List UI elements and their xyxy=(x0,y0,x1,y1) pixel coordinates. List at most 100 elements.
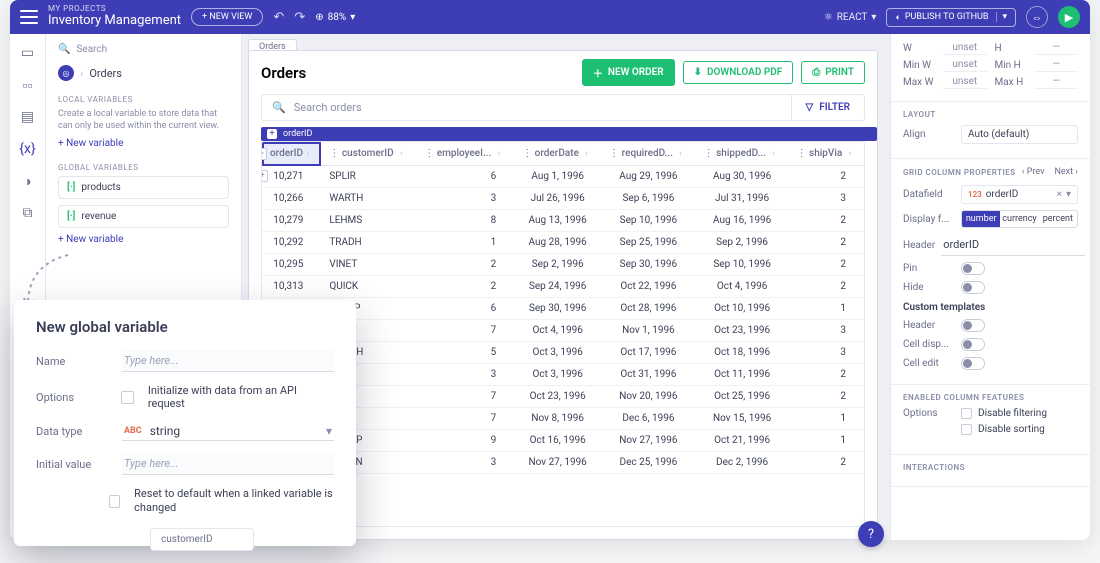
w-value[interactable]: unset xyxy=(943,42,987,55)
play-button[interactable]: ▶ xyxy=(1058,6,1080,28)
celldisp-toggle[interactable] xyxy=(961,338,985,351)
col-shipVia[interactable]: ⋮ shipVia ↑ xyxy=(789,142,864,166)
minh-value[interactable]: — xyxy=(1035,59,1079,72)
local-vars-label: LOCAL VARIABLES xyxy=(58,95,229,104)
global-var-chip[interactable]: [·]products xyxy=(58,176,229,199)
options-label: Options xyxy=(36,391,107,404)
col-orderDate[interactable]: ⋮ orderDate ↑ xyxy=(514,142,601,166)
new-global-variable-link[interactable]: + New variable xyxy=(58,234,123,245)
datafield-input[interactable]: 123orderID×▾ xyxy=(961,185,1078,204)
enabled-col-features-title: ENABLED COLUMN FEATURES xyxy=(903,393,1078,402)
hide-toggle[interactable] xyxy=(961,281,985,294)
header-tmpl-toggle[interactable] xyxy=(961,319,985,332)
grid-col-props-title: GRID COLUMN PROPERTIES xyxy=(903,168,1016,177)
datatype-label: Data type xyxy=(36,425,108,438)
new-view-button[interactable]: + NEW VIEW xyxy=(191,8,263,26)
col-orderID[interactable]: +orderID↑ xyxy=(262,142,321,166)
project-title: Inventory Management xyxy=(48,14,181,28)
celledit-toggle[interactable] xyxy=(961,357,985,370)
initial-label: Initial value xyxy=(36,458,108,471)
hamburger-menu-icon[interactable] xyxy=(20,10,38,24)
grid-search[interactable]: 🔍 Search orders xyxy=(262,95,791,120)
table-row[interactable]: 10,279LEHMS8Aug 13, 1996Sep 10, 1996Aug … xyxy=(262,210,864,232)
selection-tag[interactable]: + orderID xyxy=(261,127,877,141)
disable-filtering-label: Disable filtering xyxy=(978,408,1047,419)
add-col-button[interactable]: + xyxy=(261,148,267,160)
chevron-down-icon: ▾ xyxy=(326,424,332,438)
variables-icon[interactable]: {x} xyxy=(19,140,37,158)
publish-github-button[interactable]: ◐ PUBLISH TO GITHUB ▾ xyxy=(886,8,1016,27)
chevron-down-icon[interactable]: ▾ xyxy=(1066,189,1071,200)
interactions-title: INTERACTIONS xyxy=(903,463,1078,472)
next-col-button[interactable]: Next › xyxy=(1054,167,1078,177)
seg-number[interactable]: number xyxy=(962,211,1000,227)
maxw-value[interactable]: unset xyxy=(943,76,987,89)
maxh-value[interactable]: — xyxy=(1035,76,1079,89)
disable-sorting-label: Disable sorting xyxy=(978,424,1045,435)
col-shippedD...[interactable]: ⋮ shippedD... ↑ xyxy=(696,142,789,166)
seg-percent[interactable]: percent xyxy=(1039,211,1077,227)
header-input[interactable] xyxy=(941,234,1085,256)
undo-icon[interactable]: ↶ xyxy=(273,10,284,25)
reset-label: Reset to default when a linked variable … xyxy=(134,487,334,516)
table-row[interactable]: 10,313QUICK2Sep 24, 1996Oct 22, 1996Oct … xyxy=(262,276,864,298)
api-init-checkbox[interactable] xyxy=(121,391,134,404)
datatype-select[interactable]: ABCstring▾ xyxy=(122,422,334,441)
col-requiredD...[interactable]: ⋮ requiredD... ↑ xyxy=(601,142,696,166)
options-label: Options xyxy=(903,408,955,419)
pages-icon[interactable]: ▭ xyxy=(19,44,37,62)
new-order-button[interactable]: ＋NEW ORDER xyxy=(582,59,675,86)
minw-value[interactable]: unset xyxy=(943,59,987,72)
var-name: revenue xyxy=(81,211,116,222)
data-icon[interactable]: ▤ xyxy=(19,108,37,126)
themes-icon[interactable]: ◑ xyxy=(19,172,37,190)
hide-label: Hide xyxy=(903,282,955,293)
help-button[interactable]: ? xyxy=(858,521,884,547)
selection-tag-label: orderID xyxy=(283,129,312,139)
table-row[interactable]: 10,292TRADH1Aug 28, 1996Sep 25, 1996Sep … xyxy=(262,232,864,254)
table-row[interactable]: 10,266WARTH3Jul 26, 1996Sep 6, 1996Jul 3… xyxy=(262,188,864,210)
search-placeholder: Search xyxy=(76,44,107,55)
pin-label: Pin xyxy=(903,263,955,274)
github-icon: ◐ xyxy=(895,12,900,23)
sidebar-search[interactable]: 🔍 Search xyxy=(58,44,229,55)
plus-icon: ＋ xyxy=(593,65,603,80)
table-row[interactable]: 10,295VINET2Sep 2, 1996Sep 30, 1996Sep 1… xyxy=(262,254,864,276)
disable-filtering-checkbox[interactable] xyxy=(961,408,972,419)
h-value[interactable]: — xyxy=(1035,42,1079,55)
disable-sorting-checkbox[interactable] xyxy=(961,424,972,435)
search-icon: 🔍 xyxy=(272,101,286,114)
print-icon: ⎙ xyxy=(812,67,820,78)
footer-variable-chip[interactable]: customerID xyxy=(150,528,254,551)
breadcrumb[interactable]: ◎ › Orders xyxy=(58,65,229,81)
api-icon[interactable]: ⧉ xyxy=(19,204,37,222)
celledit-label: Cell edit xyxy=(903,358,955,369)
display-format-segmented[interactable]: numbercurrencypercent xyxy=(961,210,1078,228)
align-select[interactable]: Auto (default) xyxy=(961,125,1078,144)
print-button[interactable]: ⎙PRINT xyxy=(801,61,865,84)
components-icon[interactable]: ▫▫ xyxy=(19,76,37,94)
clear-icon[interactable]: × xyxy=(1057,189,1062,200)
zoom-control[interactable]: ⊕ 88% ▾ xyxy=(315,12,355,23)
reset-checkbox[interactable] xyxy=(109,495,120,508)
framework-selector[interactable]: ⚛ REACT ▾ xyxy=(824,12,877,23)
seg-currency[interactable]: currency xyxy=(1000,211,1038,227)
layout-section-title: LAYOUT xyxy=(903,110,1078,119)
download-pdf-button[interactable]: ⬇DOWNLOAD PDF xyxy=(683,61,794,84)
share-button[interactable]: ⇔ xyxy=(1026,6,1048,28)
col-customerID[interactable]: ⋮ customerID ↑ xyxy=(321,142,416,166)
filter-button[interactable]: ▽ FILTER xyxy=(791,95,864,120)
new-global-variable-modal: New global variable Name OptionsInitiali… xyxy=(14,300,356,546)
breadcrumb-label: Orders xyxy=(89,67,122,80)
initial-input[interactable] xyxy=(122,453,334,475)
redo-icon[interactable]: ↷ xyxy=(294,10,305,25)
global-var-chip[interactable]: [·]revenue xyxy=(58,205,229,228)
name-input[interactable] xyxy=(122,350,334,372)
new-local-variable-link[interactable]: + New variable xyxy=(58,138,123,149)
plus-icon: + xyxy=(267,129,277,139)
col-employeeI...[interactable]: ⋮ employeeI... ↑ xyxy=(416,142,514,166)
table-row[interactable]: 10,271SPLIR6Aug 1, 1996Aug 29, 1996Aug 3… xyxy=(262,166,864,188)
pin-toggle[interactable] xyxy=(961,262,985,275)
add-row-button[interactable]: + xyxy=(261,170,268,182)
prev-col-button[interactable]: ‹ Prev xyxy=(1022,167,1045,177)
